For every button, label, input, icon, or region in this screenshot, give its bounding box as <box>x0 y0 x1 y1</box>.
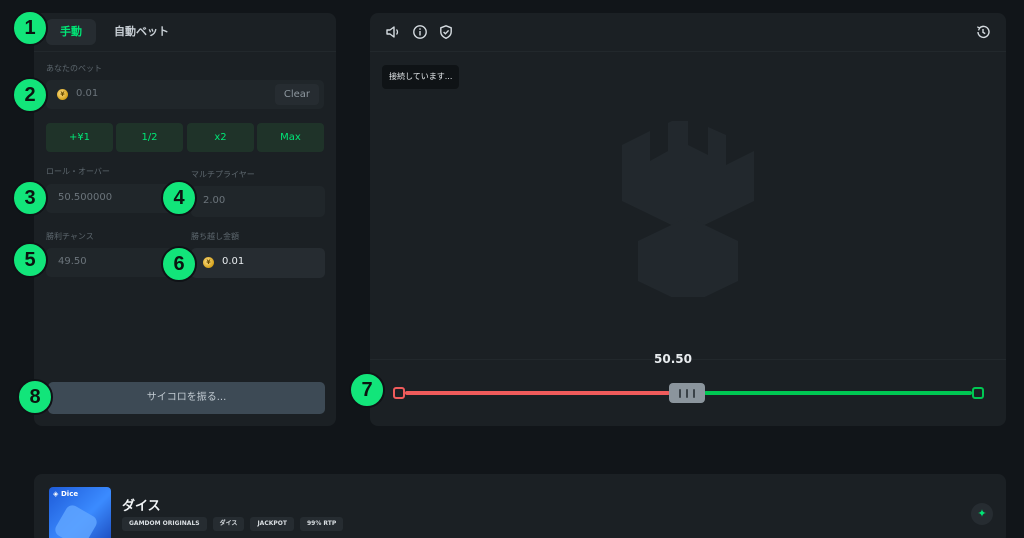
annotation-badge-1: 1 <box>12 10 48 46</box>
slider-value-label: 50.50 <box>654 352 692 366</box>
mode-tabs: 手動 自動ベット <box>46 19 183 45</box>
shield-check-icon[interactable] <box>438 24 454 40</box>
annotation-badge-6: 6 <box>161 246 197 282</box>
multiplier-field[interactable]: 2.00 <box>191 186 325 217</box>
tab-auto-bet[interactable]: 自動ベット <box>100 19 183 45</box>
lose-range-bar[interactable] <box>405 391 670 395</box>
win-chance-value[interactable]: 49.50 <box>58 256 87 267</box>
bet-amount-label: あなたのベット <box>46 64 102 73</box>
tag-chip: GAMDOM ORIGINALS <box>122 517 207 531</box>
slider-min-handle <box>393 387 405 399</box>
sound-icon[interactable] <box>385 24 401 40</box>
slider-thumb[interactable] <box>669 383 705 403</box>
tag-chip: JACKPOT <box>250 517 294 531</box>
dice-game-thumbnail[interactable]: ◈ Dice <box>49 487 111 538</box>
yen-coin-icon: ¥ <box>203 257 214 268</box>
win-range-bar[interactable] <box>704 391 972 395</box>
max-bet-button[interactable]: Max <box>257 123 324 152</box>
double-bet-button[interactable]: x2 <box>187 123 254 152</box>
toolbar-divider <box>370 51 1006 52</box>
roll-over-field[interactable]: 50.500000 ⟳ <box>46 184 184 213</box>
game-tags: GAMDOM ORIGINALS ダイス JACKPOT 99% RTP <box>122 517 344 531</box>
annotation-badge-7: 7 <box>349 372 385 408</box>
bet-amount-field[interactable]: ¥ 0.01 Clear <box>46 80 324 109</box>
slider-max-handle <box>972 387 984 399</box>
info-icon[interactable] <box>412 24 428 40</box>
sparkle-icon[interactable]: ✦ <box>971 503 993 525</box>
profit-on-win-field: ¥ 0.01 <box>191 248 325 278</box>
roll-over-value[interactable]: 50.500000 <box>58 192 112 203</box>
connecting-toast: 接続しています... <box>382 65 460 89</box>
history-icon[interactable] <box>975 24 991 40</box>
win-chance-label: 勝利チャンス <box>46 232 94 241</box>
multiplier-value[interactable]: 2.00 <box>203 195 225 206</box>
game-panel: 接続しています... 50.50 <box>370 13 1006 426</box>
roll-over-label: ロール・オーバー <box>46 167 110 176</box>
annotation-badge-3: 3 <box>12 180 48 216</box>
clear-button[interactable]: Clear <box>274 84 319 105</box>
tab-manual[interactable]: 手動 <box>46 19 96 45</box>
win-chance-field[interactable]: 49.50 <box>46 248 174 277</box>
yen-coin-icon: ¥ <box>57 89 68 100</box>
annotation-badge-5: 5 <box>12 242 48 278</box>
tag-chip: 99% RTP <box>299 517 344 531</box>
profit-on-win-value: 0.01 <box>222 256 245 267</box>
dice-icon <box>52 502 100 538</box>
roll-dice-button[interactable]: サイコロを振る... <box>48 382 325 414</box>
annotation-badge-8: 8 <box>17 379 53 415</box>
tab-divider <box>34 51 336 52</box>
annotation-badge-4: 4 <box>161 180 197 216</box>
add-one-yen-button[interactable]: +¥1 <box>46 123 113 152</box>
profit-on-win-label: 勝ち越し金額 <box>191 232 239 241</box>
annotation-badge-2: 2 <box>12 77 48 113</box>
half-bet-button[interactable]: 1/2 <box>116 123 183 152</box>
tag-chip: ダイス <box>212 517 245 531</box>
game-info-bar: ◈ Dice ダイス GAMDOM ORIGINALS ダイス JACKPOT … <box>34 474 1006 538</box>
shield-check-icon: ◈ <box>53 490 59 498</box>
multiplier-label: マルチプライヤー <box>191 170 255 179</box>
thumbnail-label: Dice <box>61 490 79 498</box>
game-title: ダイス <box>122 499 161 514</box>
bet-panel: 手動 自動ベット あなたのベット ¥ 0.01 Clear +¥1 1/2 x2… <box>34 13 336 426</box>
bet-amount-value[interactable]: 0.01 <box>76 88 98 99</box>
gamdom-logo-watermark <box>622 121 754 297</box>
